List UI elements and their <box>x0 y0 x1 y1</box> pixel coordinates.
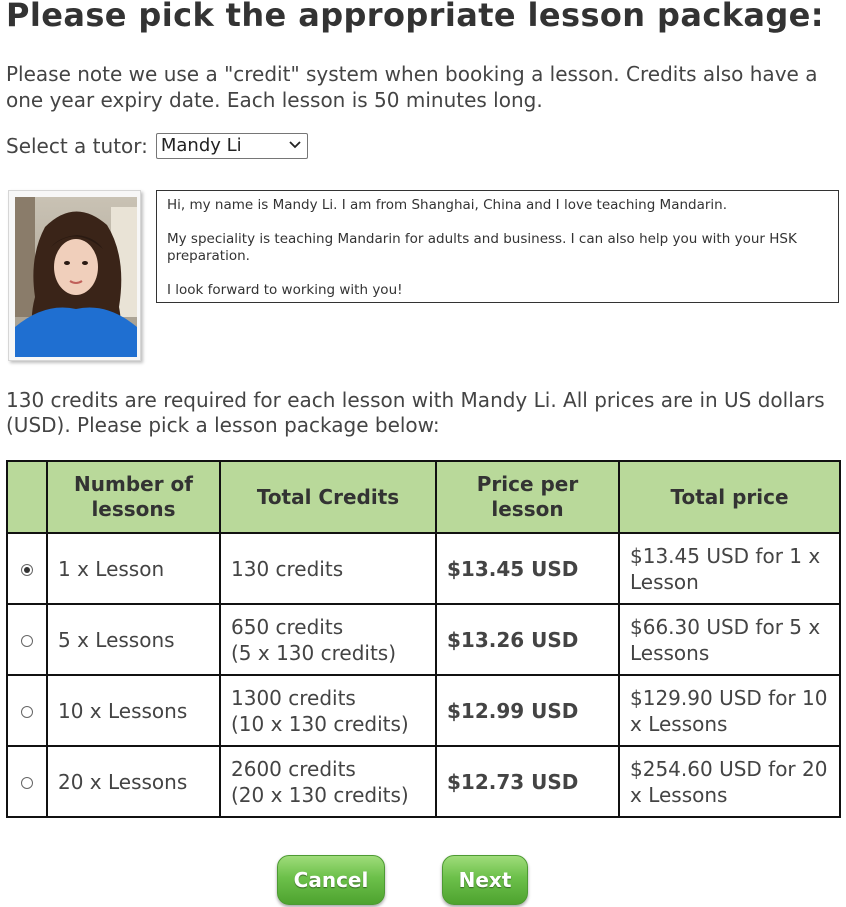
radio-cell <box>6 532 48 605</box>
lessons-cell: 10 x Lessons <box>46 674 221 747</box>
next-button[interactable]: Next <box>442 855 528 905</box>
credits-cell: 1300 credits (10 x 130 credits) <box>219 674 437 747</box>
total-cell: $254.60 USD for 20 x Lessons <box>618 745 841 818</box>
lessons-cell: 5 x Lessons <box>46 603 221 676</box>
tutor-select-value: Mandy Li <box>160 135 242 156</box>
column-header-price: Price per lesson <box>435 460 620 534</box>
price-cell: $13.45 USD <box>435 532 620 605</box>
bio-paragraph: I look forward to working with you! <box>167 282 403 298</box>
credits-requirement-note: 130 credits are required for each lesson… <box>6 388 825 437</box>
page-title: Please pick the appropriate lesson packa… <box>6 0 824 34</box>
credits-cell: 130 credits <box>219 532 437 605</box>
credits-detail: (5 x 130 credits) <box>231 640 397 665</box>
total-cell: $129.90 USD for 10 x Lessons <box>618 674 841 747</box>
package-radio[interactable] <box>21 776 33 789</box>
column-header-lessons: Number of lessons <box>46 460 221 534</box>
tutor-select-label: Select a tutor: <box>6 134 148 158</box>
total-cell: $13.45 USD for 1 x Lesson <box>618 532 841 605</box>
radio-cell <box>6 603 48 676</box>
credits-value: 1300 credits <box>231 685 356 710</box>
credits-detail: (20 x 130 credits) <box>231 782 409 807</box>
credits-value: 650 credits <box>231 614 344 639</box>
lessons-cell: 1 x Lesson <box>46 532 221 605</box>
radio-cell <box>6 745 48 818</box>
price-cell: $13.26 USD <box>435 603 620 676</box>
column-header-total: Total price <box>618 460 841 534</box>
lesson-package-table: Number of lessons Total Credits Price pe… <box>6 460 841 818</box>
table-row[interactable]: 1 x Lesson 130 credits $13.45 USD $13.45… <box>6 532 841 605</box>
table-row[interactable]: 5 x Lessons 650 credits (5 x 130 credits)… <box>6 603 841 676</box>
tutor-portrait-image <box>15 197 137 357</box>
package-radio[interactable] <box>21 705 33 718</box>
radio-cell <box>6 674 48 747</box>
table-header-row: Number of lessons Total Credits Price pe… <box>6 460 841 534</box>
credits-value: 130 credits <box>231 556 344 581</box>
tutor-photo <box>8 190 141 361</box>
total-cell: $66.30 USD for 5 x Lessons <box>618 603 841 676</box>
price-cell: $12.73 USD <box>435 745 620 818</box>
package-radio[interactable] <box>21 634 33 647</box>
tutor-selector-row: Select a tutor: Mandy Li <box>6 133 308 159</box>
credit-system-note: Please note we use a "credit" system whe… <box>6 62 818 112</box>
lessons-cell: 20 x Lessons <box>46 745 221 818</box>
column-header-select <box>6 460 48 534</box>
cancel-button[interactable]: Cancel <box>277 855 385 905</box>
price-cell: $12.99 USD <box>435 674 620 747</box>
package-radio[interactable] <box>21 563 33 576</box>
table-row[interactable]: 20 x Lessons 2600 credits (20 x 130 credi… <box>6 745 841 818</box>
bio-paragraph: Hi, my name is Mandy Li. I am from Shang… <box>167 197 728 213</box>
bio-paragraph: My speciality is teaching Mandarin for a… <box>167 231 797 264</box>
credits-detail: (10 x 130 credits) <box>231 711 409 736</box>
table-row[interactable]: 10 x Lessons 1300 credits (10 x 130 credi… <box>6 674 841 747</box>
credits-cell: 650 credits (5 x 130 credits) <box>219 603 437 676</box>
credits-value: 2600 credits <box>231 756 356 781</box>
tutor-bio: Hi, my name is Mandy Li. I am from Shang… <box>156 190 839 303</box>
tutor-select[interactable]: Mandy Li <box>155 133 308 159</box>
column-header-credits: Total Credits <box>219 460 437 534</box>
credits-cell: 2600 credits (20 x 130 credits) <box>219 745 437 818</box>
chevron-down-icon <box>289 141 301 149</box>
